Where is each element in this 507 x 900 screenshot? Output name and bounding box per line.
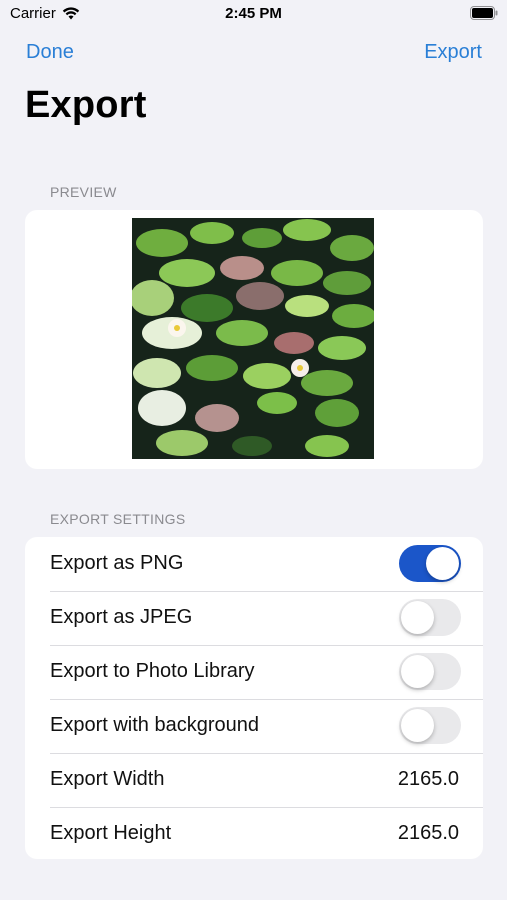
setting-label: Export Width bbox=[50, 768, 165, 790]
navigation-bar: Done Export bbox=[0, 38, 507, 68]
toggle-knob bbox=[401, 709, 434, 742]
setting-row-export-png: Export as PNG bbox=[50, 537, 483, 592]
setting-label: Export as PNG bbox=[50, 552, 184, 574]
battery-icon bbox=[470, 6, 498, 20]
export-button[interactable]: Export bbox=[424, 41, 482, 64]
export-background-toggle[interactable] bbox=[399, 707, 461, 744]
preview-card bbox=[25, 210, 483, 469]
done-button[interactable]: Done bbox=[26, 41, 74, 64]
setting-label: Export Height bbox=[50, 822, 172, 844]
setting-row-export-height[interactable]: Export Height 2165.0 bbox=[50, 807, 483, 861]
preview-section-header: PREVIEW bbox=[50, 184, 117, 200]
export-width-value[interactable]: 2165.0 bbox=[398, 768, 459, 791]
export-settings-card: Export as PNG Export as JPEG Export to P… bbox=[25, 537, 483, 859]
setting-label: Export with background bbox=[50, 714, 260, 736]
export-photo-library-toggle[interactable] bbox=[399, 653, 461, 690]
toggle-knob bbox=[426, 547, 459, 580]
export-height-value[interactable]: 2165.0 bbox=[398, 822, 459, 845]
export-png-toggle[interactable] bbox=[399, 545, 461, 582]
status-bar: Carrier 2:45 PM bbox=[0, 0, 507, 30]
setting-label: Export as JPEG bbox=[50, 606, 193, 628]
toggle-knob bbox=[401, 601, 434, 634]
setting-row-export-background: Export with background bbox=[50, 699, 483, 754]
export-jpeg-toggle[interactable] bbox=[399, 599, 461, 636]
setting-row-export-jpeg: Export as JPEG bbox=[50, 591, 483, 646]
export-settings-section-header: EXPORT SETTINGS bbox=[50, 511, 186, 527]
setting-label: Export to Photo Library bbox=[50, 660, 255, 682]
preview-image bbox=[132, 218, 374, 459]
toggle-knob bbox=[401, 655, 434, 688]
page-title: Export bbox=[25, 84, 147, 126]
status-time: 2:45 PM bbox=[225, 5, 282, 22]
setting-row-export-width[interactable]: Export Width 2165.0 bbox=[50, 753, 483, 808]
setting-row-export-photo-library: Export to Photo Library bbox=[50, 645, 483, 700]
